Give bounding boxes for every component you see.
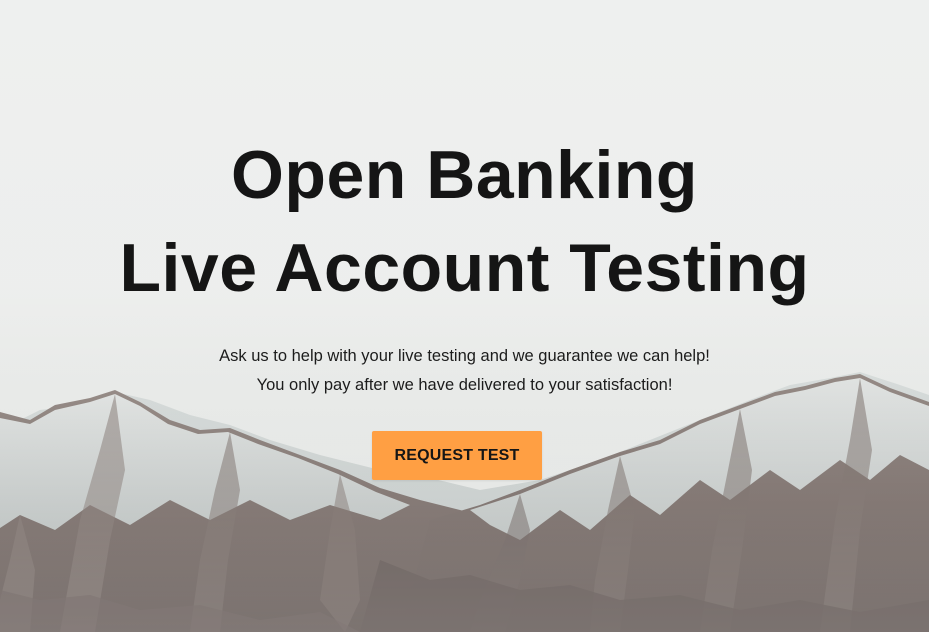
hero-section: Open Banking Live Account Testing Ask us… xyxy=(0,0,929,632)
hero-content: Open Banking Live Account Testing Ask us… xyxy=(0,0,929,632)
hero-subtitle-line-1: Ask us to help with your live testing an… xyxy=(219,347,710,365)
hero-title-line-1: Open Banking xyxy=(231,137,698,213)
request-test-button[interactable]: REQUEST TEST xyxy=(372,431,542,480)
hero-subtitle-line-2: You only pay after we have delivered to … xyxy=(256,376,673,394)
hero-title-line-2: Live Account Testing xyxy=(119,230,810,306)
